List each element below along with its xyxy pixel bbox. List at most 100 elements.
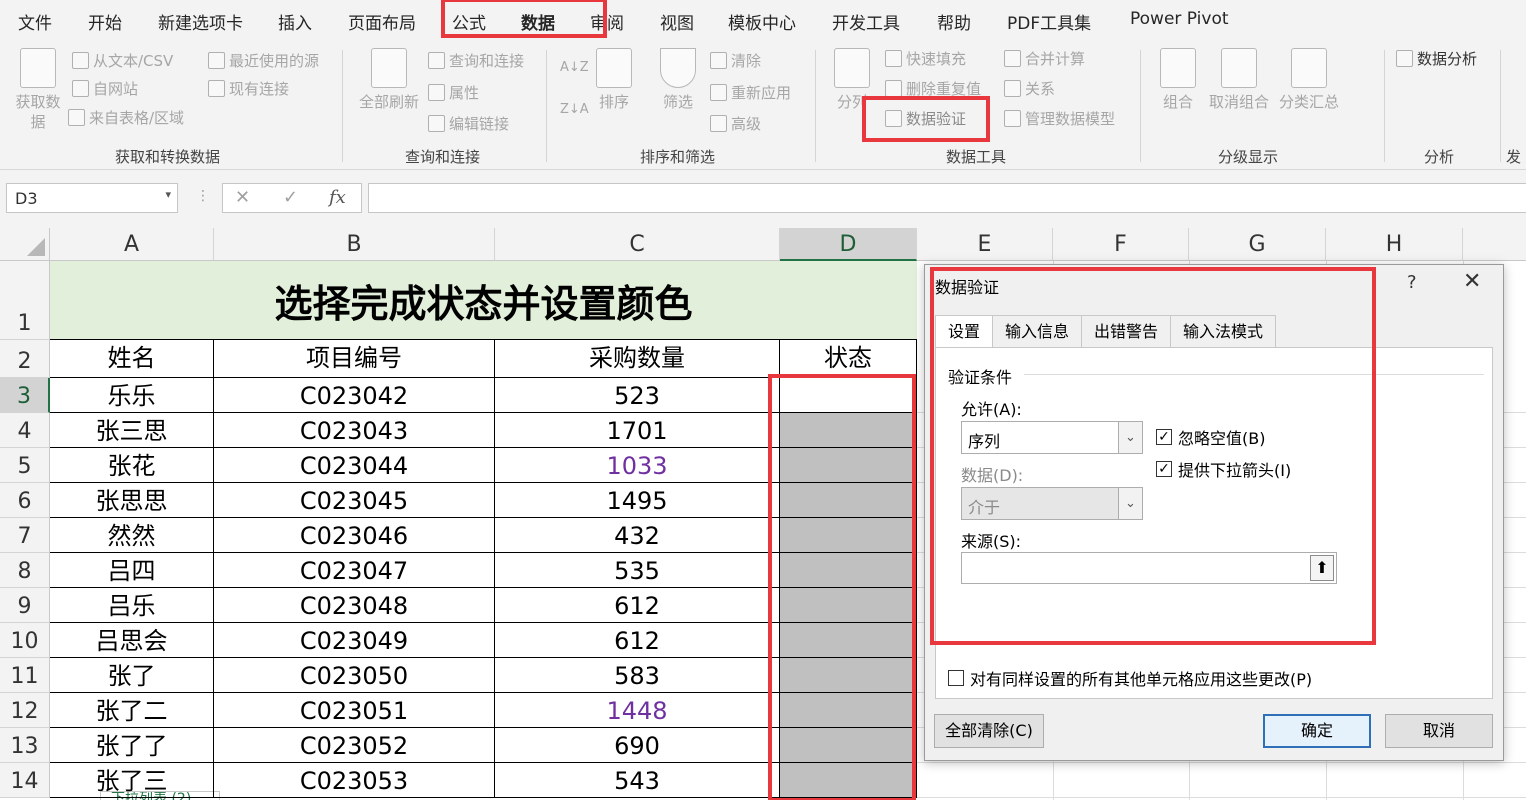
cell-quantity[interactable]: 1448 [495, 693, 780, 728]
cell-status[interactable] [780, 413, 917, 448]
sort-ascending-button[interactable]: A↓Z [560, 60, 589, 75]
formula-input[interactable] [368, 183, 1526, 213]
cell-project-code[interactable]: C023052 [214, 728, 495, 763]
menu-formulas[interactable]: 公式 [452, 9, 486, 34]
tab-error-alert[interactable]: 出错警告 [1081, 315, 1172, 347]
ignore-blank-checkbox[interactable]: ✓ 忽略空值(B) [1156, 425, 1265, 449]
column-header-h[interactable]: H [1326, 228, 1463, 261]
cancel-icon[interactable]: ✕ [235, 187, 250, 208]
clear-filter-button[interactable]: 清除 [710, 50, 761, 71]
row-header-2[interactable]: 2 [0, 340, 50, 378]
row-header[interactable]: 9 [0, 588, 50, 623]
data-analysis-button[interactable]: 数据分析 [1396, 48, 1477, 69]
cell-name[interactable]: 张花 [50, 448, 214, 483]
cell-status[interactable] [780, 518, 917, 553]
cell-name[interactable]: 然然 [50, 518, 214, 553]
row-header[interactable]: 10 [0, 623, 50, 658]
apply-all-checkbox[interactable]: 对有同样设置的所有其他单元格应用这些更改(P) [948, 666, 1312, 690]
menu-power-pivot[interactable]: Power Pivot [1130, 9, 1229, 29]
cell-quantity[interactable]: 543 [495, 763, 780, 798]
cell-project-code[interactable]: C023045 [214, 483, 495, 518]
menu-data[interactable]: 数据 [521, 9, 555, 34]
column-header-a[interactable]: A [50, 228, 214, 261]
column-header-i[interactable] [1463, 228, 1526, 261]
row-header-1[interactable]: 1 [0, 261, 50, 340]
enter-icon[interactable]: ✓ [283, 187, 298, 208]
menu-developer[interactable]: 开发工具 [832, 9, 900, 34]
existing-connections-button[interactable]: 现有连接 [208, 78, 289, 99]
header-cell-code[interactable]: 项目编号 [214, 340, 495, 378]
column-header-c[interactable]: C [495, 228, 780, 261]
cell-project-code[interactable]: C023046 [214, 518, 495, 553]
close-icon[interactable]: ✕ [1463, 269, 1481, 294]
in-cell-dropdown-checkbox[interactable]: ✓ 提供下拉箭头(I) [1156, 457, 1291, 481]
cell-quantity[interactable]: 612 [495, 588, 780, 623]
subtotal-button[interactable]: 分类汇总 [1276, 48, 1342, 112]
cell-status[interactable] [780, 623, 917, 658]
menu-page-layout[interactable]: 页面布局 [348, 9, 416, 34]
cell-quantity[interactable]: 690 [495, 728, 780, 763]
cell-status[interactable] [780, 588, 917, 623]
row-header[interactable]: 3 [0, 378, 50, 413]
ok-button[interactable]: 确定 [1263, 714, 1371, 748]
row-header[interactable]: 6 [0, 483, 50, 518]
menu-pdf-tools[interactable]: PDF工具集 [1007, 9, 1091, 34]
menu-file[interactable]: 文件 [18, 9, 52, 34]
header-cell-qty[interactable]: 采购数量 [495, 340, 780, 378]
row-header[interactable]: 5 [0, 448, 50, 483]
from-text-csv-button[interactable]: 从文本/CSV [72, 50, 173, 71]
cell-name[interactable]: 张了三 [50, 763, 214, 798]
tab-settings[interactable]: 设置 [935, 315, 994, 349]
row-header[interactable]: 4 [0, 413, 50, 448]
cell-name[interactable]: 张了了 [50, 728, 214, 763]
cell-name[interactable]: 张了二 [50, 693, 214, 728]
filter-button[interactable]: 筛选 [656, 48, 700, 112]
cell-name[interactable]: 吕四 [50, 553, 214, 588]
cell-name[interactable]: 张了 [50, 658, 214, 693]
row-header[interactable]: 8 [0, 553, 50, 588]
menu-template-center[interactable]: 模板中心 [728, 9, 796, 34]
from-web-button[interactable]: 自网站 [72, 78, 138, 99]
recent-sources-button[interactable]: 最近使用的源 [208, 50, 319, 71]
refresh-all-button[interactable]: 全部刷新 [354, 48, 424, 112]
cell-project-code[interactable]: C023053 [214, 763, 495, 798]
cell-status[interactable] [780, 693, 917, 728]
header-cell-status[interactable]: 状态 [780, 340, 917, 378]
header-cell-name[interactable]: 姓名 [50, 340, 214, 378]
from-table-button[interactable]: 来自表格/区域 [68, 107, 184, 128]
properties-button[interactable]: 属性 [428, 82, 479, 103]
tab-ime-mode[interactable]: 输入法模式 [1170, 315, 1277, 347]
cancel-button[interactable]: 取消 [1385, 714, 1493, 748]
row-header[interactable]: 13 [0, 728, 50, 763]
cell-project-code[interactable]: C023043 [214, 413, 495, 448]
cell-project-code[interactable]: C023047 [214, 553, 495, 588]
edit-links-button[interactable]: 编辑链接 [428, 113, 509, 134]
cell-quantity[interactable]: 432 [495, 518, 780, 553]
column-header-f[interactable]: F [1053, 228, 1189, 261]
row-header[interactable]: 12 [0, 693, 50, 728]
collapse-dialog-button[interactable]: ⬆ [1310, 555, 1334, 581]
allow-select[interactable]: 序列 ⌄ [961, 421, 1143, 454]
group-button[interactable]: 组合 [1156, 48, 1200, 112]
cell-quantity[interactable]: 612 [495, 623, 780, 658]
tab-input-message[interactable]: 输入信息 [992, 315, 1083, 347]
source-input[interactable]: ⬆ [961, 552, 1337, 584]
cell-name[interactable]: 吕思会 [50, 623, 214, 658]
sort-descending-button[interactable]: Z↓A [560, 102, 589, 117]
menu-insert[interactable]: 插入 [278, 9, 312, 34]
cell-status[interactable] [780, 483, 917, 518]
cell-quantity[interactable]: 1033 [495, 448, 780, 483]
cell-name[interactable]: 乐乐 [50, 378, 214, 413]
insert-function-icon[interactable]: fx [329, 187, 346, 208]
cell-project-code[interactable]: C023050 [214, 658, 495, 693]
advanced-filter-button[interactable]: 高级 [710, 113, 761, 134]
menu-new-tab[interactable]: 新建选项卡 [158, 9, 243, 34]
ungroup-button[interactable]: 取消组合 [1206, 48, 1272, 112]
relationships-button[interactable]: 关系 [1004, 78, 1055, 99]
cell-quantity[interactable]: 583 [495, 658, 780, 693]
consolidate-button[interactable]: 合并计算 [1004, 48, 1085, 69]
name-box[interactable]: D3 ▾ [6, 183, 178, 213]
menu-view[interactable]: 视图 [660, 9, 694, 34]
cell-name[interactable]: 张三思 [50, 413, 214, 448]
column-header-b[interactable]: B [214, 228, 495, 261]
